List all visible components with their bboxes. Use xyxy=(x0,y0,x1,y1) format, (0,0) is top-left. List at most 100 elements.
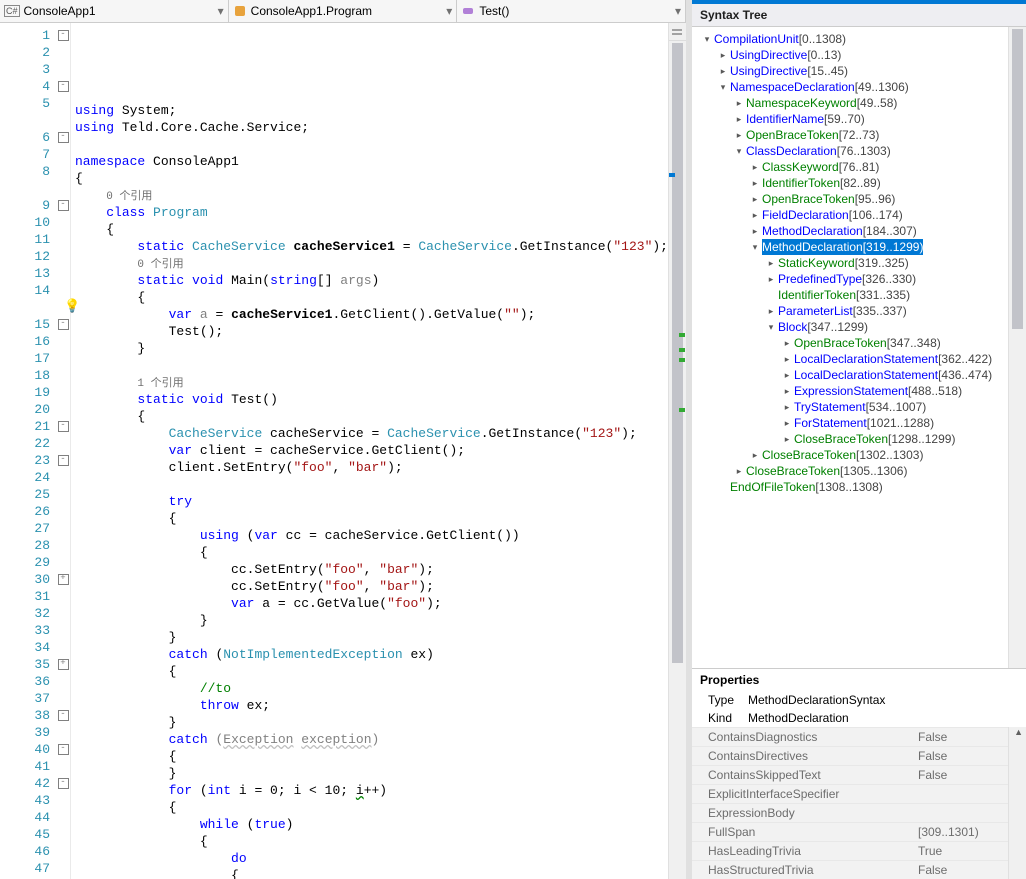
tree-node[interactable]: ▸ParameterList [335..337) xyxy=(692,303,1008,319)
tree-twisty[interactable]: ▸ xyxy=(748,207,762,223)
code-line[interactable]: { xyxy=(75,833,668,850)
tree-node[interactable]: ▸CloseBraceToken [1298..1299) xyxy=(692,431,1008,447)
code-line[interactable]: cc.SetEntry("foo", "bar"); xyxy=(75,578,668,595)
property-row[interactable]: ContainsDiagnosticsFalse xyxy=(692,727,1008,746)
code-line[interactable]: { xyxy=(75,544,668,561)
tree-twisty[interactable]: ▸ xyxy=(780,431,794,447)
tree-twisty[interactable]: ▸ xyxy=(732,463,746,479)
fold-toggle[interactable]: + xyxy=(58,574,69,585)
tree-twisty[interactable]: ▸ xyxy=(780,399,794,415)
tree-node[interactable]: ▸ClassKeyword [76..81) xyxy=(692,159,1008,175)
lightbulb-icon[interactable]: 💡 xyxy=(71,299,80,314)
tree-node[interactable]: ▸UsingDirective [0..13) xyxy=(692,47,1008,63)
code-line[interactable]: 0 个引用 xyxy=(75,187,668,204)
scrollbar-thumb[interactable] xyxy=(672,43,683,663)
tree-twisty[interactable]: ▸ xyxy=(748,175,762,191)
tree-twisty[interactable]: ▾ xyxy=(748,239,762,255)
code-area[interactable]: 💡 using System;using Teld.Core.Cache.Ser… xyxy=(71,23,668,879)
tree-node[interactable]: ▸OpenBraceToken [347..348) xyxy=(692,335,1008,351)
tree-node[interactable]: ▾Block [347..1299) xyxy=(692,319,1008,335)
tree-node[interactable]: ▸ExpressionStatement [488..518) xyxy=(692,383,1008,399)
tree-node[interactable]: ▾ClassDeclaration [76..1303) xyxy=(692,143,1008,159)
code-line[interactable]: static CacheService cacheService1 = Cach… xyxy=(75,238,668,255)
scrollbar-thumb[interactable] xyxy=(1012,29,1023,329)
tree-twisty[interactable]: ▸ xyxy=(780,335,794,351)
code-line[interactable]: { xyxy=(75,867,668,879)
code-line[interactable]: cc.SetEntry("foo", "bar"); xyxy=(75,561,668,578)
tree-twisty[interactable]: ▾ xyxy=(716,79,730,95)
code-line[interactable] xyxy=(75,357,668,374)
code-line[interactable] xyxy=(75,476,668,493)
class-dropdown[interactable]: ConsoleApp1.Program ▾ xyxy=(229,0,458,22)
property-row[interactable]: ExplicitInterfaceSpecifier xyxy=(692,784,1008,803)
tree-twisty[interactable]: ▸ xyxy=(780,415,794,431)
fold-toggle[interactable]: - xyxy=(58,455,69,466)
tree-node[interactable]: ▸CloseBraceToken [1302..1303) xyxy=(692,447,1008,463)
tree-node[interactable]: ▾MethodDeclaration [319..1299) xyxy=(692,239,1008,255)
code-line[interactable]: { xyxy=(75,170,668,187)
property-row[interactable]: ContainsDirectivesFalse xyxy=(692,746,1008,765)
code-line[interactable]: 1 个引用 xyxy=(75,374,668,391)
code-line[interactable]: catch (NotImplementedException ex) xyxy=(75,646,668,663)
fold-toggle[interactable]: + xyxy=(58,659,69,670)
code-line[interactable]: var a = cc.GetValue("foo"); xyxy=(75,595,668,612)
code-line[interactable]: static void Main(string[] args) xyxy=(75,272,668,289)
code-line[interactable]: { xyxy=(75,799,668,816)
code-line[interactable]: } xyxy=(75,714,668,731)
code-line[interactable]: } xyxy=(75,612,668,629)
code-line[interactable]: using (var cc = cacheService.GetClient()… xyxy=(75,527,668,544)
tree-twisty[interactable]: ▸ xyxy=(732,95,746,111)
tree-node[interactable]: ▸FieldDeclaration [106..174) xyxy=(692,207,1008,223)
tree-twisty[interactable]: ▸ xyxy=(716,47,730,63)
tree-twisty[interactable]: ▾ xyxy=(732,143,746,159)
project-dropdown[interactable]: C# ConsoleApp1 ▾ xyxy=(0,0,229,22)
tree-twisty[interactable]: ▸ xyxy=(748,191,762,207)
fold-toggle[interactable]: - xyxy=(58,421,69,432)
fold-toggle[interactable]: - xyxy=(58,778,69,789)
tree-node[interactable]: ▸MethodDeclaration [184..307) xyxy=(692,223,1008,239)
tree-twisty[interactable]: ▸ xyxy=(780,383,794,399)
code-line[interactable]: { xyxy=(75,221,668,238)
tree-node[interactable]: ▸NamespaceKeyword [49..58) xyxy=(692,95,1008,111)
code-line[interactable]: throw ex; xyxy=(75,697,668,714)
fold-toggle[interactable]: - xyxy=(58,710,69,721)
code-line[interactable]: var a = cacheService1.GetClient().GetVal… xyxy=(75,306,668,323)
code-line[interactable]: var client = cacheService.GetClient(); xyxy=(75,442,668,459)
method-dropdown[interactable]: Test() ▾ xyxy=(457,0,686,22)
code-line[interactable]: try xyxy=(75,493,668,510)
code-editor[interactable]: 1234567891011121314151617181920212223242… xyxy=(0,23,686,879)
tree-node[interactable]: ▸CloseBraceToken [1305..1306) xyxy=(692,463,1008,479)
tree-node[interactable]: ▸IdentifierName [59..70) xyxy=(692,111,1008,127)
tree-node[interactable]: ▸ForStatement [1021..1288) xyxy=(692,415,1008,431)
tree-node[interactable]: ▾NamespaceDeclaration [49..1306) xyxy=(692,79,1008,95)
code-line[interactable]: } xyxy=(75,629,668,646)
tree-node[interactable]: ▸PredefinedType [326..330) xyxy=(692,271,1008,287)
tree-twisty[interactable]: ▾ xyxy=(764,319,778,335)
tree-twisty[interactable]: ▾ xyxy=(700,31,714,47)
code-line[interactable]: } xyxy=(75,340,668,357)
scroll-up-icon[interactable]: ▲ xyxy=(1014,727,1023,737)
code-line[interactable]: { xyxy=(75,663,668,680)
code-line[interactable]: client.SetEntry("foo", "bar"); xyxy=(75,459,668,476)
code-line[interactable]: 0 个引用 xyxy=(75,255,668,272)
tree-node[interactable]: ▸TryStatement [534..1007) xyxy=(692,399,1008,415)
fold-toggle[interactable]: - xyxy=(58,30,69,41)
tree-twisty[interactable]: ▸ xyxy=(716,63,730,79)
tree-node[interactable]: ▸OpenBraceToken [95..96) xyxy=(692,191,1008,207)
tree-twisty[interactable]: ▸ xyxy=(732,111,746,127)
code-line[interactable] xyxy=(75,136,668,153)
code-line[interactable]: { xyxy=(75,289,668,306)
code-line[interactable]: while (true) xyxy=(75,816,668,833)
tree-node[interactable]: IdentifierToken [331..335) xyxy=(692,287,1008,303)
tree-node[interactable]: ▾CompilationUnit [0..1308) xyxy=(692,31,1008,47)
fold-toggle[interactable]: - xyxy=(58,319,69,330)
tree-twisty[interactable]: ▸ xyxy=(764,255,778,271)
tree-twisty[interactable]: ▸ xyxy=(764,303,778,319)
code-line[interactable]: using Teld.Core.Cache.Service; xyxy=(75,119,668,136)
tree-node[interactable]: ▸StaticKeyword [319..325) xyxy=(692,255,1008,271)
code-line[interactable]: namespace ConsoleApp1 xyxy=(75,153,668,170)
code-line[interactable]: { xyxy=(75,408,668,425)
fold-toggle[interactable]: - xyxy=(58,744,69,755)
property-row[interactable]: ExpressionBody xyxy=(692,803,1008,822)
code-line[interactable]: class Program xyxy=(75,204,668,221)
